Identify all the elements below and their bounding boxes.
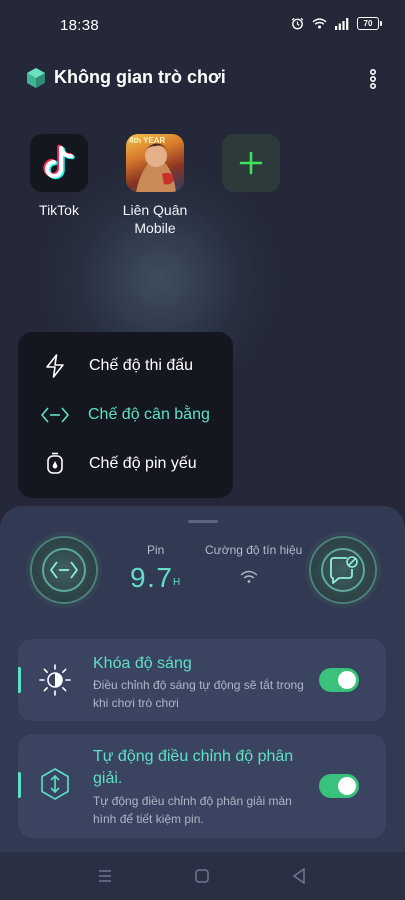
card-description: Tự động điều chỉnh độ phân giải màn hình…: [93, 794, 292, 826]
alarm-icon: [291, 17, 304, 30]
balance-icon: [50, 561, 78, 579]
tiktok-icon[interactable]: [30, 134, 88, 192]
card-description: Điều chỉnh độ sáng tự động sẽ tắt trong …: [93, 678, 304, 710]
message-block-icon: [330, 556, 358, 584]
pin-label: Pin: [147, 543, 165, 557]
app-tiktok[interactable]: TikTok: [14, 134, 104, 219]
lien-quan-icon[interactable]: 4th YEAR: [126, 134, 184, 192]
mode-label: Chế độ thi đấu: [89, 357, 194, 374]
resolution-icon: [41, 768, 69, 800]
add-app-button[interactable]: [206, 134, 296, 192]
app-label: Liên Quân Mobile: [122, 202, 188, 236]
page-title: Không gian trò chơi: [54, 67, 226, 87]
brightness-icon: [39, 664, 71, 696]
navigation-bar: [0, 852, 405, 900]
menu-icon[interactable]: [95, 866, 115, 886]
brightness-lock-card: Khóa độ sáng Điều chỉnh độ sáng tự động …: [18, 639, 386, 721]
balance-mode-button[interactable]: [32, 538, 96, 602]
lightning-icon: [46, 354, 64, 378]
signal-label: Cường độ tín hiệu: [205, 543, 303, 557]
battery-saver-icon: [47, 452, 63, 474]
wifi-icon: [312, 18, 327, 29]
pin-unit: H: [173, 577, 181, 588]
battery-icon: 70: [357, 17, 382, 30]
mode-item-low-battery[interactable]: Chế độ pin yếu: [18, 442, 233, 486]
auto-resolution-toggle[interactable]: [319, 774, 359, 798]
more-vertical-icon[interactable]: [363, 68, 383, 90]
mode-label: Chế độ pin yếu: [89, 455, 197, 472]
game-assistant-panel: Pin 9.7 H Cường độ tín hiệu Khóa độ sáng…: [0, 506, 405, 900]
app-label: TikTok: [39, 202, 79, 218]
signal-icon: [335, 17, 349, 30]
panel-handle[interactable]: [188, 520, 218, 523]
performance-mode-menu: Chế độ thi đấu Chế độ cân bằng Chế độ pi…: [18, 332, 233, 498]
mode-label: Chế độ cân bằng: [88, 406, 210, 423]
balance-icon: [41, 407, 69, 423]
game-space-logo: [27, 68, 45, 88]
block-notifications-button[interactable]: [311, 538, 375, 602]
wifi-icon: [240, 570, 258, 583]
status-bar: 18:38 70: [0, 0, 405, 50]
back-icon[interactable]: [289, 866, 309, 886]
mode-item-balanced[interactable]: Chế độ cân bằng: [18, 393, 233, 437]
header: Không gian trò chơi: [0, 58, 405, 98]
auto-resolution-card: Tự động điều chỉnh độ phân giải. Tự động…: [18, 734, 386, 838]
plus-icon: [239, 151, 263, 175]
status-time: 18:38: [60, 17, 100, 34]
app-lien-quan[interactable]: 4th YEAR Liên Quân Mobile: [110, 134, 200, 237]
anniversary-badge: 4th YEAR: [129, 136, 166, 145]
home-icon[interactable]: [192, 866, 212, 886]
brightness-lock-toggle[interactable]: [319, 668, 359, 692]
mode-item-competition[interactable]: Chế độ thi đấu: [18, 344, 233, 388]
pin-value: 9.7: [130, 562, 174, 593]
card-title: Tự động điều chỉnh độ phân giải.: [93, 748, 294, 787]
card-title: Khóa độ sáng: [93, 655, 192, 672]
